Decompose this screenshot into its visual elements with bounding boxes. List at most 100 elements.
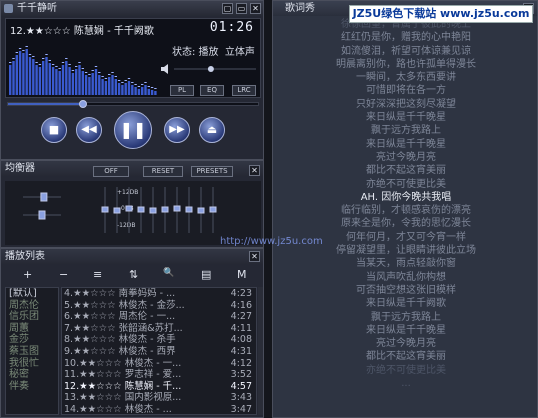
next-button[interactable]: ▶▶ [164,117,190,143]
eq-band-slider[interactable] [101,206,109,213]
lyric-line: 临行临别，才顿感哀伤的漂亮 [341,205,471,217]
song-row[interactable]: 9.★★☆☆☆ 林俊杰 - 西界 4:31 [62,346,256,358]
spectrum-peak [137,86,141,87]
spectrum-bar [71,73,75,95]
spectrum-peak [154,88,157,89]
eq-band-slider[interactable] [137,206,145,213]
previous-button[interactable]: ◀◀ [76,117,102,143]
spectrum-bar [45,57,48,95]
spectrum-bar [48,63,51,95]
eq-band-slider[interactable] [149,207,157,214]
lyric-line: 可否抽空想这张旧模样 [356,284,456,296]
playlist-group-item[interactable]: 我很忙 [6,358,58,370]
eq-band-slider[interactable] [197,207,205,214]
add-icon[interactable]: + [23,268,32,281]
playlist-group-item[interactable]: 周杰伦 [6,300,58,312]
rewind-icon: ◀◀ [81,124,97,135]
playlist-group-item[interactable]: 秘密 [6,369,58,381]
volume-slider[interactable] [160,63,260,75]
playlist-toggle-button[interactable]: PL [170,85,194,96]
spectrum-peak [98,72,101,73]
time-display[interactable]: 01:26 [210,20,254,35]
playlist-close-button[interactable]: ✕ [249,251,260,262]
lyric-line: 原来全是你，令我的思忆漫长 [341,218,471,230]
eq-band-slider[interactable] [173,205,181,212]
playlist-titlebar[interactable]: 播放列表 ✕ [1,249,263,264]
eq-band-slider[interactable] [209,206,217,213]
file-icon[interactable]: ▤ [201,268,211,281]
song-row[interactable]: 14.★★☆☆☆ 林俊杰 - ... 3:47 [62,403,256,415]
song-title: 14.★★☆☆☆ 林俊杰 - ... [64,403,172,415]
spectrum-peak [61,62,65,63]
song-title: 13.★★☆☆☆ 国内影视原... [64,392,182,404]
spectrum-bar [117,83,121,95]
song-row[interactable]: 12.★★☆☆☆ 陈慧娴 - 千... 4:57 [62,381,256,393]
player-titlebar[interactable]: 千千静听 ▢ ▭ ✕ [1,1,263,16]
song-row[interactable]: 8.★★☆☆☆ 林俊杰 - 杀手 4:08 [62,334,256,346]
spectrum-bar [141,87,144,95]
song-row[interactable]: 11.★★☆☆☆ 罗志祥 - 爱... 3:52 [62,369,256,381]
song-row[interactable]: 10.★★☆☆☆ 林俊杰 - 一... 4:12 [62,358,256,370]
spectrum-peak [144,82,147,83]
lyric-line: 明晨离别你，路也许孤单得漫长 [336,58,476,70]
spectrum-peak [121,82,124,83]
spectrum-bar [28,57,32,95]
spectrum-peak [134,84,137,85]
eq-band-slider[interactable] [161,206,169,213]
spectrum-visualizer[interactable] [9,39,159,95]
pause-button[interactable]: ❚❚ [114,111,152,149]
song-duration: 4:08 [230,334,252,346]
spectrum-bar [58,71,61,95]
eq-off-button[interactable]: OFF [93,166,129,177]
eq-close-button[interactable]: ✕ [249,165,260,176]
seek-knob[interactable] [79,100,87,108]
eq-presets-button[interactable]: PRESETS [191,166,233,177]
eq-toggle-button[interactable]: EQ [200,85,224,96]
spectrum-bar [124,83,127,95]
eject-button[interactable]: ⏏ [199,117,225,143]
spectrum-bar [32,59,35,95]
eq-band-slider[interactable] [125,205,133,212]
spectrum-peak [9,62,12,63]
minimize-button[interactable]: ▭ [236,3,247,14]
playlist-group-item[interactable]: 伴奏 [6,381,58,393]
playlist-group-item[interactable]: 周蕙 [6,323,58,335]
spectrum-peak [55,66,58,67]
spectrum-bar [38,67,42,95]
song-row[interactable]: 4.★★☆☆☆ 南拳妈妈 - ... 4:23 [62,288,256,300]
spectrum-bar [111,75,114,95]
spectrum-peak [147,86,150,87]
spectrum-peak [75,66,78,67]
lyrics-panel[interactable]: 徐徐回望，曾属于彼此的晚上 红红仍是你，赠我的心中艳阳 如流傻泪，祈望可体谅兼见谅明… [275,18,537,417]
eq-band-slider[interactable] [185,206,193,213]
balance-slider[interactable] [40,192,48,202]
seek-bar[interactable] [7,100,259,108]
sort-icon[interactable]: ⇅ [129,268,138,281]
eq-reset-button[interactable]: RESET [143,166,183,177]
song-row[interactable]: 13.★★☆☆☆ 国内影视原... 3:43 [62,392,256,404]
spectrum-peak [45,54,48,55]
remove-icon[interactable]: − [59,268,68,281]
song-row[interactable]: 7.★★☆☆☆ 张韶涵&苏打... 4:11 [62,323,256,335]
menu-button[interactable]: ▢ [222,3,233,14]
lyric-line: 如流傻泪，祈望可体谅兼见谅 [341,45,471,57]
status-text: 状态: 播放 立体声 [172,47,255,58]
speaker-icon [161,64,168,74]
eq-band-slider[interactable] [113,207,121,214]
playlist-group-item[interactable]: [默认] [6,288,58,300]
song-row[interactable]: 6.★★☆☆☆ 周杰伦 - 一... 4:27 [62,311,256,323]
mode-icon[interactable]: M [237,268,247,281]
song-duration: 4:27 [230,311,252,323]
playlist-group-item[interactable]: 蔡玉图 [6,346,58,358]
song-list: 4.★★☆☆☆ 南拳妈妈 - ... 4:23 5.★★☆☆☆ 林俊杰 - 金莎..… [61,287,257,415]
playlist-group-item[interactable]: 金莎 [6,334,58,346]
preamp-slider[interactable] [38,210,46,220]
search-icon[interactable]: 🔍 [163,268,174,278]
close-button[interactable]: ✕ [250,3,261,14]
playlist-group-item[interactable]: 信乐团 [6,311,58,323]
stop-button[interactable]: ■ [41,117,67,143]
playlist-scrollbar[interactable] [258,287,263,415]
list-icon[interactable]: ≡ [93,268,102,281]
lyrics-toggle-button[interactable]: LRC [232,85,256,96]
song-row[interactable]: 5.★★☆☆☆ 林俊杰 - 金莎... 4:16 [62,300,256,312]
